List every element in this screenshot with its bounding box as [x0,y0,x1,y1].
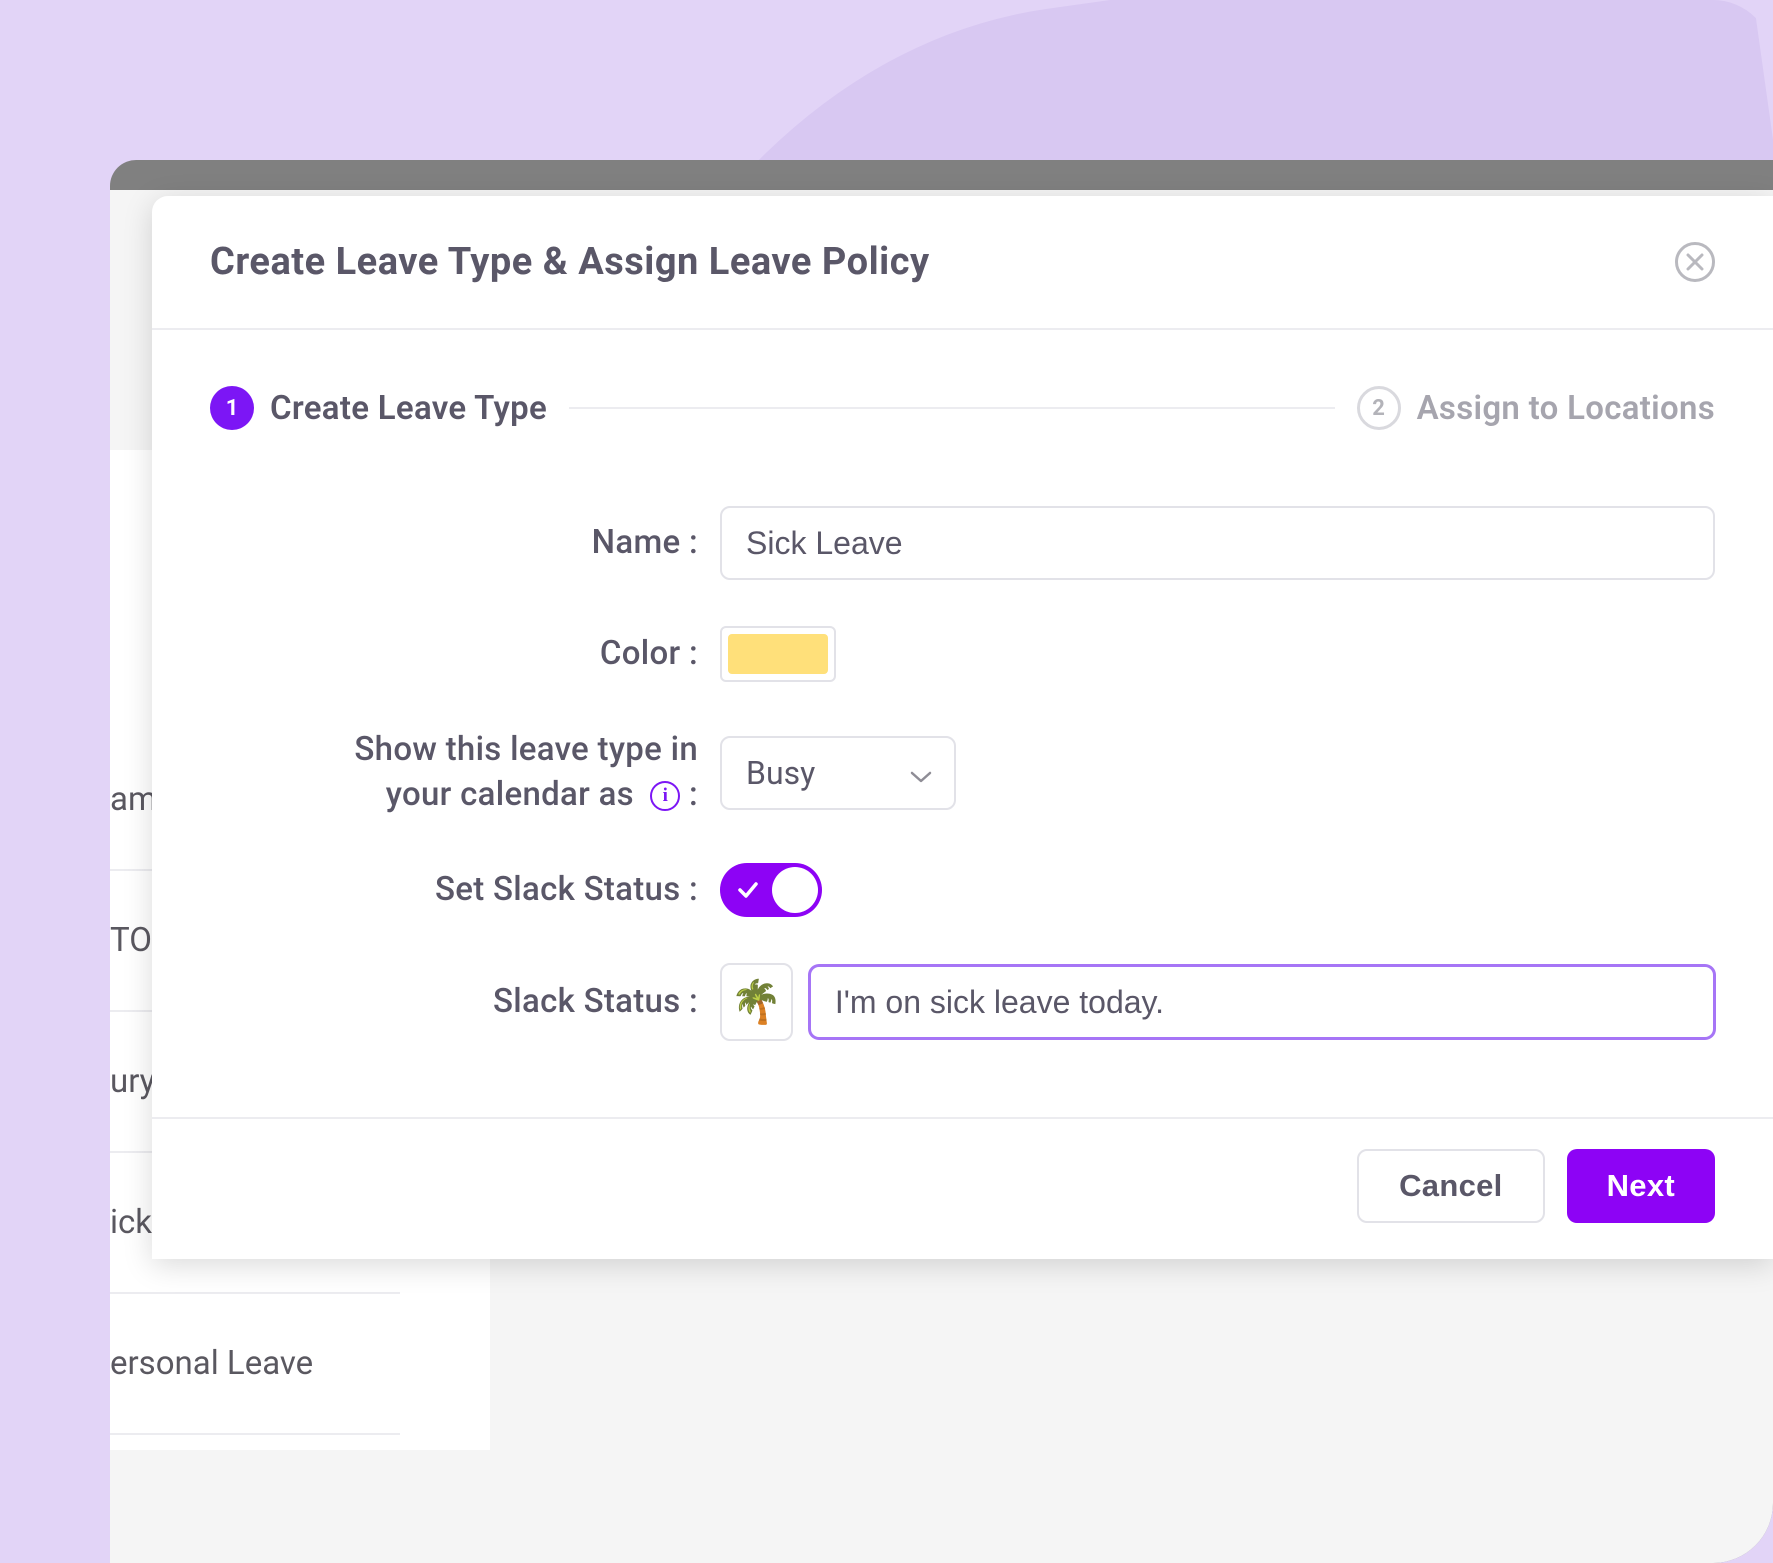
step-1-label: Create Leave Type [270,389,547,428]
slack-status-input[interactable] [809,965,1715,1039]
calendar-as-value: Busy [746,754,815,792]
slack-status-label: Slack Status : [210,980,720,1025]
calendar-as-row: Show this leave type in your calendar as… [210,728,1715,817]
step-divider [569,407,1335,409]
step-2-number: 2 [1357,386,1401,430]
cancel-button[interactable]: Cancel [1357,1149,1544,1223]
name-label: Name : [210,521,720,566]
calendar-label-line2: your calendar as [386,775,634,814]
name-input[interactable] [720,506,1715,580]
step-2: 2 Assign to Locations [1357,386,1715,430]
form-body: Name : Color : Show this leave type in y… [152,472,1773,1117]
modal-title: Create Leave Type & Assign Leave Policy [210,240,930,284]
close-icon [1686,253,1704,271]
modal-header: Create Leave Type & Assign Leave Policy [152,196,1773,330]
color-row: Color : [210,626,1715,682]
close-button[interactable] [1675,242,1715,282]
set-slack-status-toggle[interactable] [720,863,822,917]
set-slack-status-row: Set Slack Status : [210,863,1715,917]
calendar-as-select[interactable]: Busy [720,736,956,810]
palm-tree-icon: 🌴 [730,978,782,1027]
calendar-label-line1: Show this leave type in [354,730,698,769]
label-colon: : [689,775,698,814]
color-label: Color : [210,632,720,677]
bg-nav-item: ersonal Leave [110,1294,400,1435]
slack-status-emoji-picker[interactable]: 🌴 [720,963,793,1041]
create-leave-type-modal: Create Leave Type & Assign Leave Policy … [152,196,1773,1259]
toggle-knob [772,867,818,913]
name-row: Name : [210,506,1715,580]
info-icon[interactable]: i [650,781,680,811]
stepper: 1 Create Leave Type 2 Assign to Location… [152,330,1773,472]
calendar-as-label: Show this leave type in your calendar as… [210,728,720,817]
slack-status-row: Slack Status : 🌴 [210,963,1715,1041]
color-picker[interactable] [720,626,836,682]
step-1: 1 Create Leave Type [210,386,547,430]
set-slack-status-label: Set Slack Status : [210,868,720,913]
modal-footer: Cancel Next [152,1117,1773,1259]
step-2-label: Assign to Locations [1417,389,1715,428]
chevron-down-icon [910,754,932,792]
next-button[interactable]: Next [1567,1149,1715,1223]
color-swatch [728,634,828,674]
check-icon [736,878,760,902]
step-1-number: 1 [210,386,254,430]
